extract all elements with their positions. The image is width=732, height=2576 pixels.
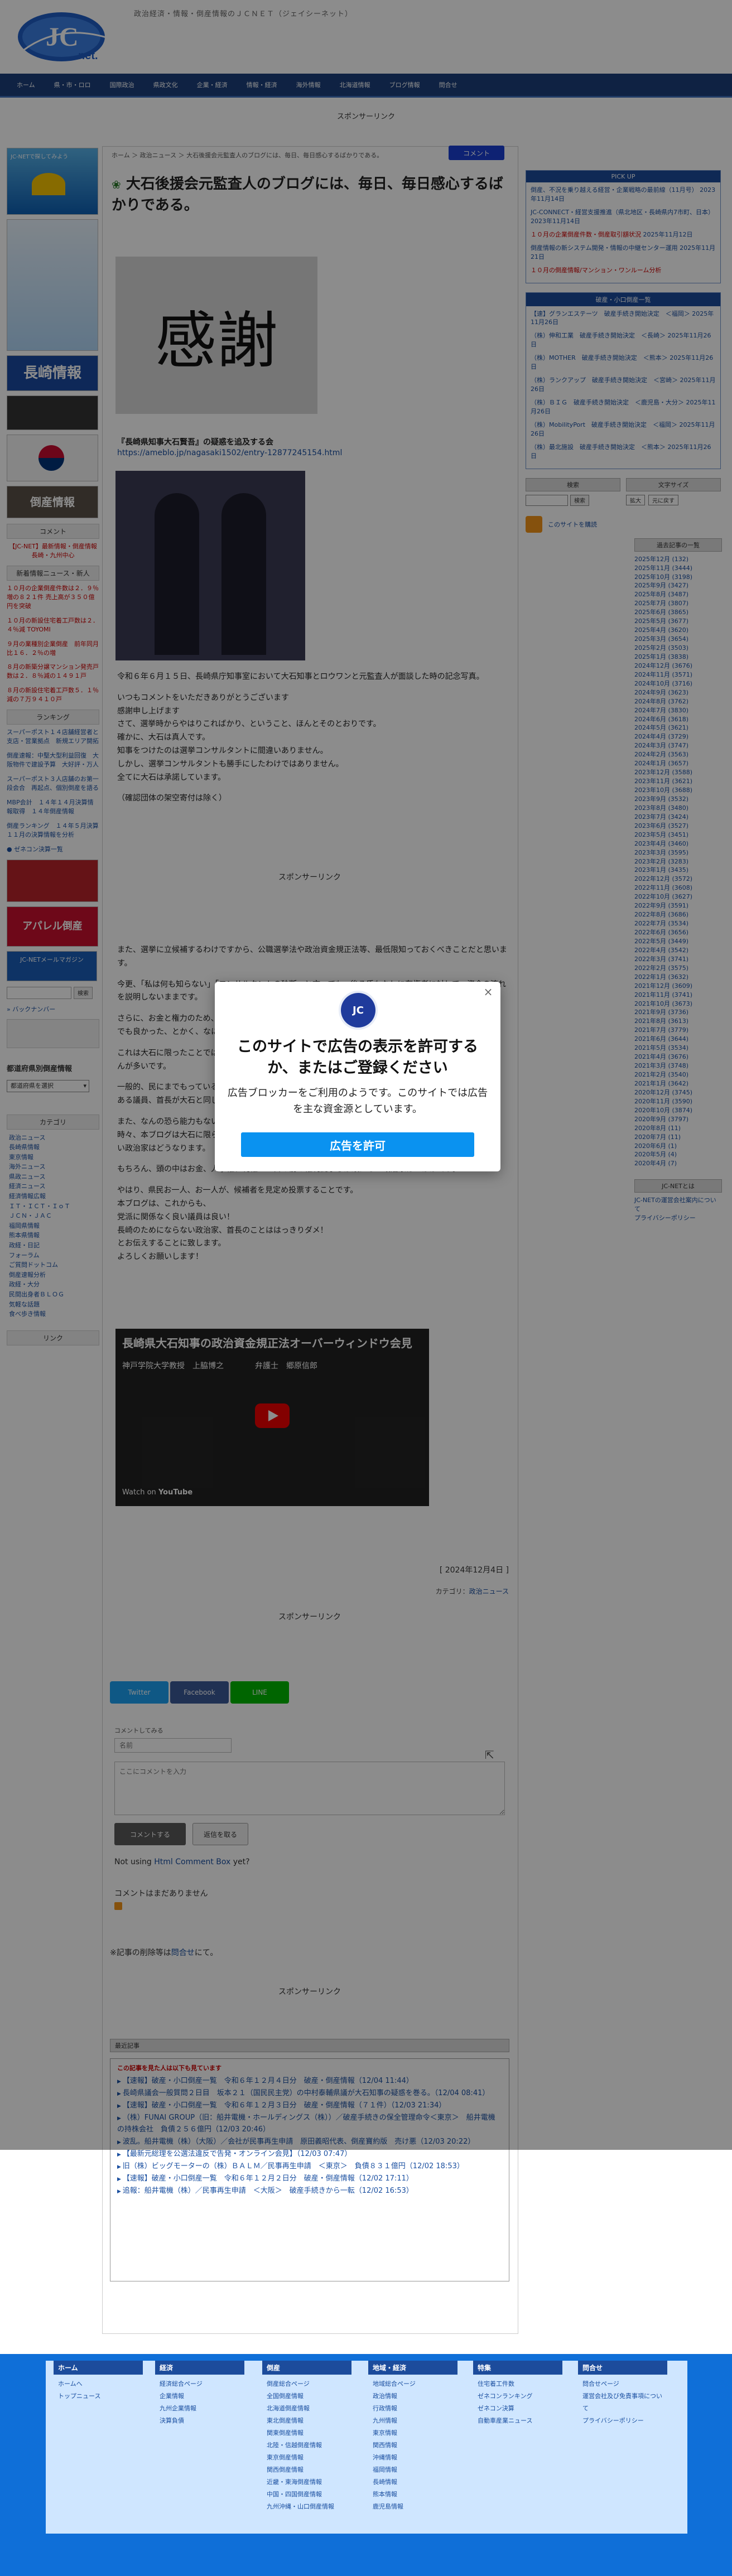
footer-link[interactable]: ゼネコンランキング [478,2390,562,2403]
footer-column-head[interactable]: 倒産 [262,2361,351,2375]
footer-column: 問合せ問合せページ 運営会社及び免責事項について プライバシーポリシー [578,2361,667,2427]
modal-text: 広告ブロッカーをご利用のようです。このサイトでは広告を主な資金源としています。 [227,1087,488,1115]
close-icon[interactable]: × [481,985,495,998]
footer-link[interactable]: 倒産総合ページ [267,2378,351,2390]
allow-ads-button[interactable]: 広告を許可 [241,1132,474,1157]
footer-link[interactable]: 福岡情報 [373,2464,458,2476]
footer-column-head[interactable]: 問合せ [578,2361,667,2375]
footer-link[interactable]: 経済総合ページ [160,2378,244,2390]
footer-link[interactable]: 政治情報 [373,2390,458,2403]
footer-link[interactable]: 関西情報 [373,2439,458,2452]
footer-link[interactable]: 長崎情報 [373,2476,458,2488]
footer-link[interactable]: 熊本情報 [373,2488,458,2501]
footer-link[interactable]: ホームへ [58,2378,143,2390]
footer-link[interactable]: 全国倒産情報 [267,2390,351,2403]
footer-link[interactable]: 北陸・信越倒産情報 [267,2439,351,2452]
footer-link[interactable]: 九州情報 [373,2415,458,2427]
footer-column: 経済経済総合ページ 企業情報 九州企業情報 決算負債 [155,2361,244,2427]
recent-item[interactable]: 【速報】破産・小口倒産一覧 令和６年１２月２日分 破産・倒産情報（12/02 1… [117,2173,502,2184]
footer-link[interactable]: 関西倒産情報 [267,2464,351,2476]
footer-column-head[interactable]: 経済 [155,2361,244,2375]
footer-link[interactable]: 住宅着工件数 [478,2378,562,2390]
footer-column-head[interactable]: 地域・経済 [368,2361,458,2375]
footer-link[interactable]: ゼネコン決算 [478,2403,562,2415]
footer-column: 地域・経済地域総合ページ 政治情報 行政情報 九州情報 東京情報 関西情報 沖縄情報 福岡情報… [368,2361,458,2513]
footer-link[interactable]: 鹿児島情報 [373,2501,458,2513]
footer-link[interactable]: 東京情報 [373,2427,458,2439]
modal-logo: JC [341,993,375,1027]
footer-column-head[interactable]: 特集 [473,2361,562,2375]
footer-column: ホームホームへ トップニュース [54,2361,143,2403]
footer-link[interactable]: 地域総合ページ [373,2378,458,2390]
recent-item[interactable]: 追報：船井電機（株）／民事再生申請 ＜大阪＞ 破産手続きから一転（12/02 1… [117,2186,502,2197]
footer-link[interactable]: 東京倒産情報 [267,2452,351,2464]
footer-link[interactable]: トップニュース [58,2390,143,2403]
footer-column: 倒産倒産総合ページ 全国倒産情報 北海道倒産情報 東北倒産情報 関東倒産情報 北陸・信越倒… [262,2361,351,2513]
footer-link[interactable]: 九州沖縄・山口倒産情報 [267,2501,351,2513]
footer-link[interactable]: 決算負債 [160,2415,244,2427]
recent-item[interactable]: 旧（株）ビッグモーターの（株）ＢＡＬＭ／民事再生申請 ＜東京＞ 負債８３１億円（… [117,2161,502,2172]
footer-link[interactable]: 中国・四国倒産情報 [267,2488,351,2501]
footer-link[interactable]: 近畿・東海倒産情報 [267,2476,351,2488]
footer-link[interactable]: 沖縄情報 [373,2452,458,2464]
footer-link[interactable]: 自動車産業ニュース [478,2415,562,2427]
footer-link[interactable]: 関東倒産情報 [267,2427,351,2439]
footer-link[interactable]: 東北倒産情報 [267,2415,351,2427]
footer-link[interactable]: 問合せページ [582,2378,667,2390]
footer-column: 特集住宅着工件数 ゼネコンランキング ゼネコン決算 自動車産業ニュース [473,2361,562,2427]
recent-item[interactable]: 【最新元総理を公選法違反で告発・オンライン会見】（12/03 07:47） [117,2149,502,2160]
footer-link[interactable]: プライバシーポリシー [582,2415,667,2427]
footer-link[interactable]: 企業情報 [160,2390,244,2403]
footer-link[interactable]: 行政情報 [373,2403,458,2415]
footer-link[interactable]: 運営会社及び免責事項について [582,2390,667,2415]
modal-title: このサイトで広告の表示を許可するか、またはご登録ください [237,1038,478,1077]
footer-column-head[interactable]: ホーム [54,2361,143,2375]
footer-link[interactable]: 北海道倒産情報 [267,2403,351,2415]
footer-link[interactable]: 九州企業情報 [160,2403,244,2415]
